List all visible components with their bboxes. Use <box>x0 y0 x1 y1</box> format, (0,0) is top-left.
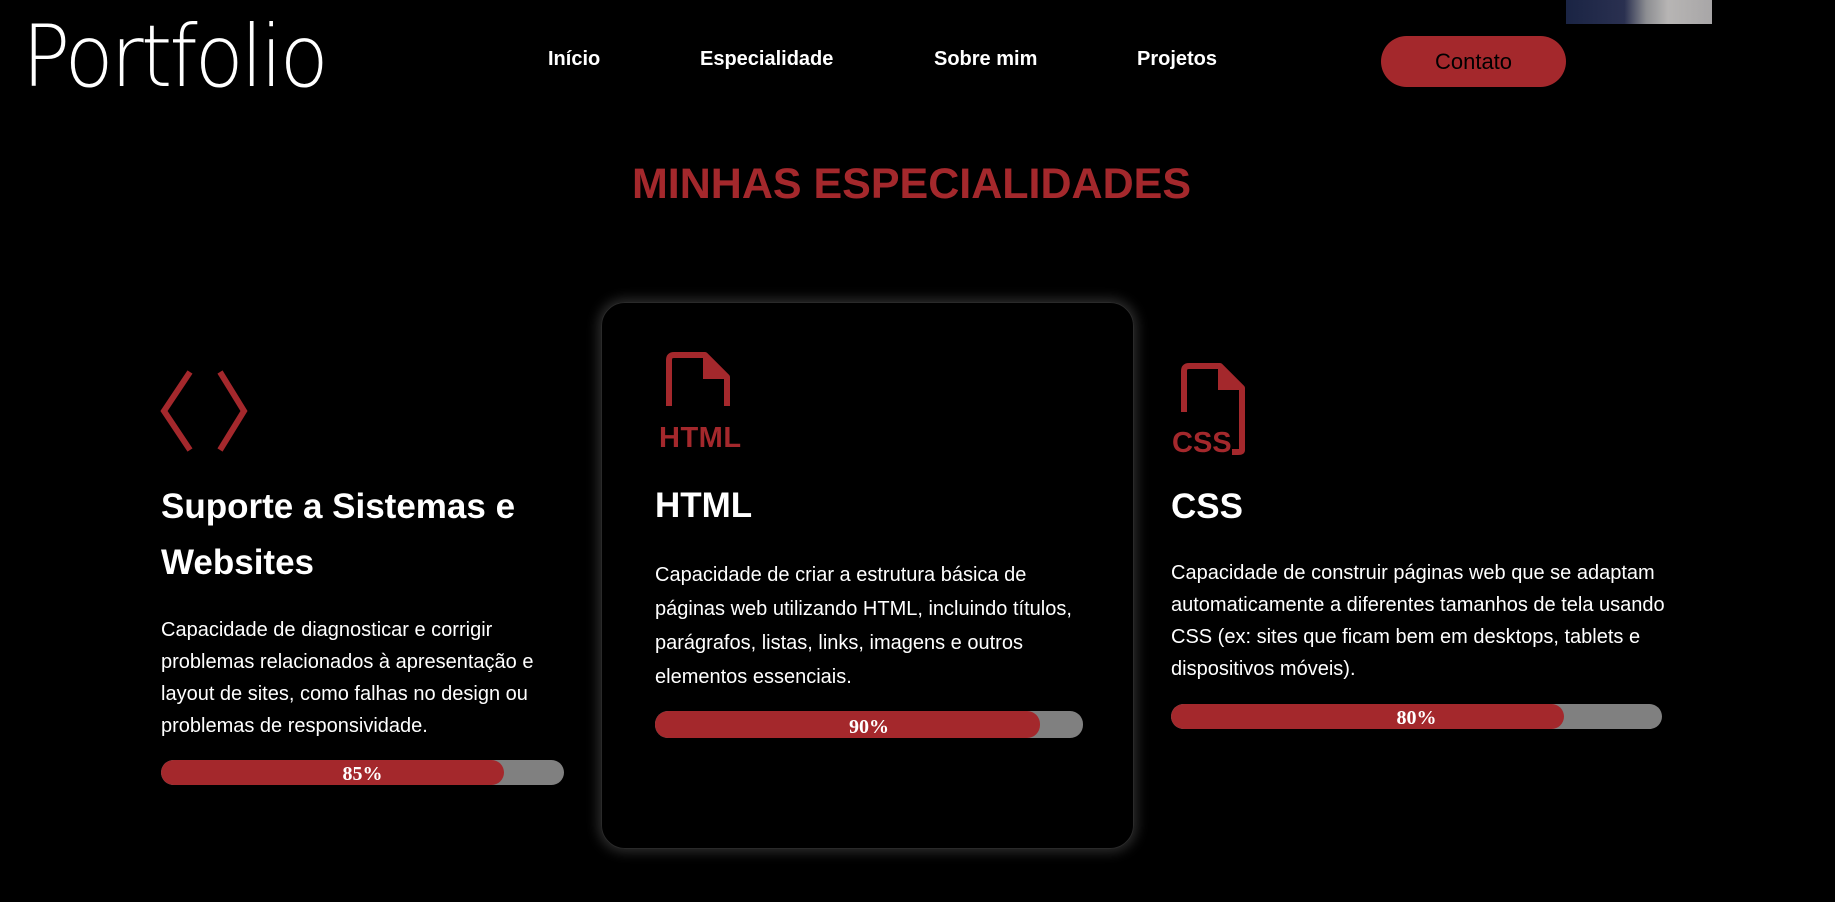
svg-text:HTML: HTML <box>659 422 742 450</box>
progress-bar: 85% <box>161 760 564 785</box>
card-description: Capacidade de construir páginas web que … <box>1171 562 1665 680</box>
card-title: CSS <box>1171 487 1243 526</box>
card-title: HTML <box>655 486 753 525</box>
progress-label: 85% <box>342 763 383 785</box>
card-description: Capacidade de criar a estrutura básica d… <box>655 564 1072 688</box>
card-title: Suporte a Sistemas e Websites <box>161 487 516 582</box>
html-file-icon: HTML <box>659 352 742 450</box>
profile-photo <box>1566 0 1712 24</box>
code-brackets-icon <box>160 370 248 452</box>
css-file-icon: CSS <box>1172 363 1245 458</box>
nav-link-inicio[interactable]: Início <box>548 48 600 71</box>
progress-bar: 80% <box>1171 704 1662 729</box>
contact-button[interactable]: Contato <box>1381 36 1566 87</box>
nav-link-projetos[interactable]: Projetos <box>1137 48 1217 71</box>
progress-bar: 90% <box>655 711 1083 738</box>
progress-label: 80% <box>1396 707 1437 729</box>
progress-label: 90% <box>849 716 889 738</box>
main-nav: Início Especialidade Sobre mim Projetos … <box>0 0 1835 120</box>
site-header: Portfolio Início Especialidade Sobre mim… <box>0 0 1835 120</box>
svg-text:CSS: CSS <box>1172 427 1232 458</box>
skill-card-html: HTML HTML Capacidade de criar a estrutur… <box>601 302 1134 849</box>
card-description: Capacidade de diagnosticar e corrigir pr… <box>161 619 534 737</box>
nav-link-sobre-mim[interactable]: Sobre mim <box>934 48 1037 71</box>
nav-link-especialidade[interactable]: Especialidade <box>700 48 833 71</box>
section-title: MINHAS ESPECIALIDADES <box>631 160 1192 208</box>
